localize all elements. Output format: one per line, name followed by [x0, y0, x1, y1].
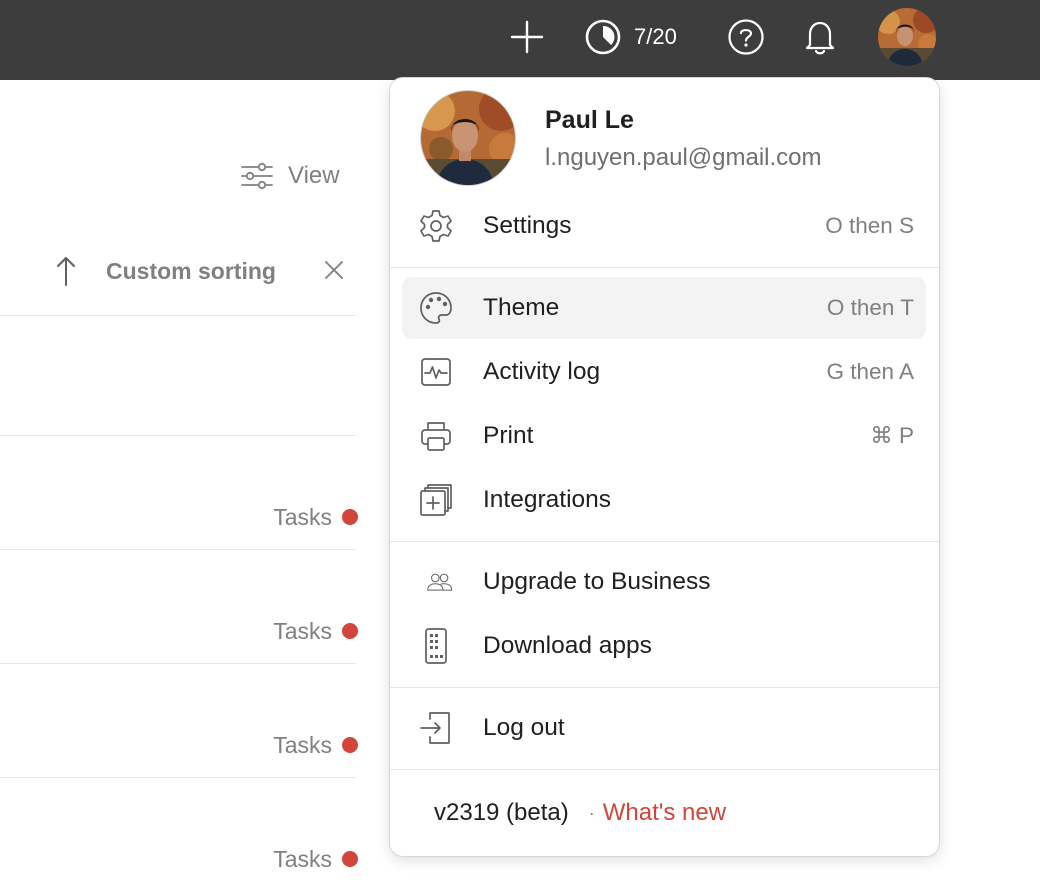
- sort-indicator: Custom sorting: [52, 250, 352, 292]
- menu-footer: v2319 (beta) · What's new: [434, 796, 726, 830]
- karma-count: 7/20: [634, 24, 677, 49]
- plus-icon: [510, 20, 544, 54]
- project-color-dot: [342, 851, 358, 867]
- account-menu: Paul Le l.nguyen.paul@gmail.com Settings…: [389, 77, 940, 857]
- project-color-dot: [342, 737, 358, 753]
- menu-item-label: Theme: [483, 294, 560, 321]
- menu-divider: [390, 687, 939, 688]
- version-label: v2319 (beta): [434, 799, 569, 826]
- task-project-tag[interactable]: Tasks: [246, 729, 358, 761]
- help-icon: [728, 19, 764, 55]
- menu-item-label: Print: [483, 422, 534, 449]
- menu-divider: [390, 541, 939, 542]
- profile-header[interactable]: Paul Le l.nguyen.paul@gmail.com: [390, 78, 939, 194]
- avatar[interactable]: [878, 8, 936, 66]
- menu-item-label: Settings: [483, 212, 572, 239]
- profile-avatar: [420, 90, 516, 186]
- profile-photo: [421, 91, 515, 185]
- separator-dot: ·: [588, 802, 595, 823]
- close-icon: [325, 261, 343, 279]
- people-icon: [418, 564, 454, 600]
- quick-add-button[interactable]: [506, 14, 548, 60]
- integrations-icon: [418, 482, 454, 518]
- activity-icon: [418, 354, 454, 390]
- project-color-dot: [342, 623, 358, 639]
- printer-icon: [418, 418, 454, 454]
- task-project-tag[interactable]: Tasks: [246, 843, 358, 875]
- sliders-icon: [241, 162, 273, 190]
- menu-item-log-out[interactable]: Log out: [402, 697, 926, 759]
- productivity-button[interactable]: 7/20: [584, 14, 696, 60]
- divider: [0, 315, 356, 316]
- clear-sort-button[interactable]: [322, 258, 346, 282]
- divider: [0, 663, 356, 664]
- menu-item-download-apps[interactable]: Download apps: [402, 615, 926, 677]
- task-project-label: Tasks: [273, 845, 332, 872]
- divider: [0, 549, 356, 550]
- menu-item-label: Activity log: [483, 358, 601, 385]
- whats-new-link[interactable]: What's new: [603, 799, 726, 827]
- shortcut-hint: ⌘ P: [870, 423, 914, 448]
- task-project-label: Tasks: [273, 503, 332, 530]
- menu-item-print[interactable]: Print ⌘ P: [402, 405, 926, 467]
- menu-item-label: Upgrade to Business: [483, 568, 711, 595]
- sort-direction-button[interactable]: [52, 251, 80, 291]
- menu-item-settings[interactable]: Settings O then S: [402, 195, 926, 257]
- menu-divider: [390, 769, 939, 770]
- task-project-label: Tasks: [273, 731, 332, 758]
- shortcut-hint: G then A: [826, 359, 914, 384]
- notifications-button[interactable]: [798, 14, 842, 60]
- menu-item-theme[interactable]: Theme O then T: [402, 277, 926, 339]
- productivity-icon: [585, 19, 621, 55]
- task-project-tag[interactable]: Tasks: [246, 501, 358, 533]
- task-project-label: Tasks: [273, 617, 332, 644]
- menu-item-label: Download apps: [483, 632, 652, 659]
- shortcut-hint: O then T: [826, 295, 914, 320]
- help-button[interactable]: [724, 14, 768, 60]
- arrow-up-icon: [57, 257, 75, 286]
- view-button[interactable]: View: [240, 156, 340, 196]
- menu-item-activity-log[interactable]: Activity log G then A: [402, 341, 926, 403]
- sort-label: Custom sorting: [106, 257, 276, 284]
- divider: [0, 777, 356, 778]
- menu-item-integrations[interactable]: Integrations: [402, 469, 926, 531]
- menu-item-upgrade[interactable]: Upgrade to Business: [402, 551, 926, 613]
- phone-icon: [418, 628, 454, 664]
- menu-item-label: Log out: [483, 714, 565, 741]
- menu-divider: [390, 267, 939, 268]
- profile-name: Paul Le: [545, 106, 634, 134]
- avatar-photo: [878, 8, 936, 66]
- profile-email: l.nguyen.paul@gmail.com: [545, 144, 822, 171]
- top-bar: 7/20: [0, 0, 1040, 80]
- view-label: View: [288, 162, 340, 189]
- project-color-dot: [342, 509, 358, 525]
- logout-icon: [418, 710, 454, 746]
- palette-icon: [418, 290, 454, 326]
- gear-icon: [418, 208, 454, 244]
- shortcut-hint: O then S: [825, 213, 914, 238]
- bell-icon: [805, 21, 835, 55]
- task-project-tag[interactable]: Tasks: [246, 615, 358, 647]
- menu-item-label: Integrations: [483, 486, 612, 513]
- divider: [0, 435, 356, 436]
